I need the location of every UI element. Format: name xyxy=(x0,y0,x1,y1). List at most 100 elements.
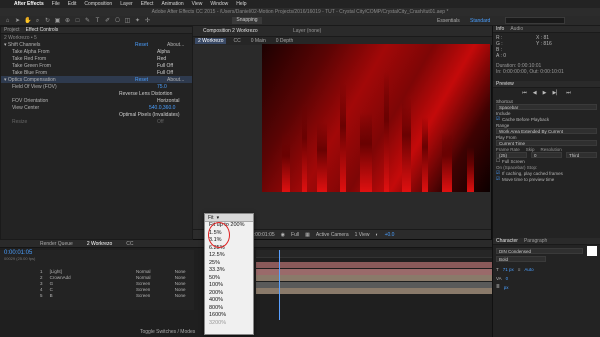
frame-rate-dropdown[interactable]: (25) xyxy=(496,152,527,158)
time-ruler[interactable] xyxy=(256,250,494,258)
layer-bar[interactable] xyxy=(256,281,494,288)
menu-file[interactable]: File xyxy=(52,1,60,7)
effect-param-row[interactable]: Resize Off xyxy=(1,118,192,125)
layer-name[interactable]: CrownAdd xyxy=(50,275,88,280)
menu-effect[interactable]: Effect xyxy=(141,1,154,7)
param-value[interactable]: 75.0 xyxy=(157,84,189,90)
resolution-dropdown[interactable]: Full xyxy=(291,232,299,238)
effect-shift-channels[interactable]: ▾ Shift Channels Reset About... xyxy=(1,41,192,48)
effect-param-row[interactable]: Take Alpha From Alpha xyxy=(1,48,192,55)
home-icon[interactable]: ⌂ xyxy=(4,18,11,24)
effect-param-row[interactable]: Optimal Pixels (Invalidates) xyxy=(1,111,192,118)
zoom-option[interactable]: 100% xyxy=(205,282,253,290)
prev-frame-icon[interactable]: ◀ xyxy=(533,90,537,96)
region-icon[interactable]: ▦ xyxy=(305,232,310,238)
font-family-dropdown[interactable]: DIN Condensed xyxy=(496,248,583,254)
tab-render-queue[interactable]: Render Queue xyxy=(40,241,73,247)
param-value[interactable]: Red xyxy=(157,56,189,62)
param-value[interactable]: Alpha xyxy=(157,49,189,55)
units-value[interactable]: px xyxy=(504,285,509,290)
play-icon[interactable]: ▶ xyxy=(543,90,547,96)
layer-mode[interactable]: Normal xyxy=(136,275,165,280)
checkbox-icon[interactable]: ☐ xyxy=(496,158,500,164)
layer-bar[interactable] xyxy=(256,268,494,275)
snapping-toggle[interactable]: Snapping xyxy=(232,17,262,24)
toggle-switches-modes[interactable]: Toggle Switches / Modes xyxy=(140,329,195,335)
zoom-option[interactable]: 25% xyxy=(205,260,253,268)
menu-app-name[interactable]: After Effects xyxy=(14,1,44,7)
pen-tool-icon[interactable]: ✎ xyxy=(84,18,91,24)
layer-parent[interactable]: None xyxy=(175,275,194,280)
effect-about[interactable]: About... xyxy=(167,42,189,48)
effect-param-row[interactable]: FOV Orientation Horizontal xyxy=(1,97,192,104)
font-style-dropdown[interactable]: Bold xyxy=(496,256,546,262)
menu-help[interactable]: Help xyxy=(236,1,246,7)
tab-preview[interactable]: Preview xyxy=(496,81,514,87)
tab-paragraph[interactable]: Paragraph xyxy=(524,238,547,244)
effect-reset[interactable]: Reset xyxy=(135,42,167,48)
brush-tool-icon[interactable]: ✐ xyxy=(104,18,111,24)
zoom-tool-icon[interactable]: ⌕ xyxy=(34,18,41,24)
param-checkbox[interactable]: Reverse Lens Distortion xyxy=(119,91,189,97)
layer-mode[interactable]: Screen xyxy=(136,287,165,292)
type-tool-icon[interactable]: T xyxy=(94,18,101,24)
camera-snapshot-icon[interactable]: ◉ xyxy=(281,232,285,238)
viewer-timecode[interactable]: 0:00:01:05 xyxy=(251,232,275,238)
checkbox-checked-icon[interactable]: ☑ xyxy=(496,116,500,122)
zoom-option[interactable]: 800% xyxy=(205,305,253,313)
tab-timeline-cc[interactable]: CC xyxy=(126,241,133,247)
param-value[interactable]: Off xyxy=(157,119,189,125)
stamp-tool-icon[interactable]: ⎔ xyxy=(114,18,121,24)
param-checkbox[interactable]: Optimal Pixels (Invalidates) xyxy=(119,112,189,118)
layer-parent[interactable]: None xyxy=(175,287,194,292)
zoom-option[interactable]: 200% xyxy=(205,290,253,298)
effect-reset[interactable]: Reset xyxy=(135,77,167,83)
zoom-option[interactable]: 400% xyxy=(205,297,253,305)
workspace-standard[interactable]: Standard xyxy=(470,18,490,24)
tab-info[interactable]: Info xyxy=(496,26,504,32)
shape-tool-icon[interactable]: □ xyxy=(74,18,81,24)
menu-window[interactable]: Window xyxy=(210,1,228,7)
move-time-row[interactable]: ☑ Move time to preview time xyxy=(493,176,600,182)
menu-composition[interactable]: Composition xyxy=(84,1,112,7)
range-dropdown[interactable]: Work Area Extended By Current xyxy=(496,128,597,134)
zoom-option[interactable]: 3200% xyxy=(205,320,253,328)
effect-param-row[interactable]: Reverse Lens Distortion xyxy=(1,90,192,97)
menu-layer[interactable]: Layer xyxy=(120,1,133,7)
views-dropdown[interactable]: 1 View xyxy=(355,232,370,238)
tab-timeline-workrezo[interactable]: 2 Workrezo xyxy=(87,241,112,247)
active-camera-dropdown[interactable]: Active Camera xyxy=(316,232,349,238)
layer-row[interactable]: 5 B Screen None xyxy=(0,292,194,298)
layer-name[interactable]: B xyxy=(50,293,88,298)
playhead[interactable] xyxy=(279,250,280,320)
pan-behind-icon[interactable]: ⊕ xyxy=(64,18,71,24)
exposure-icon[interactable]: ◐ xyxy=(376,232,379,238)
hand-tool-icon[interactable]: ✋ xyxy=(24,18,31,24)
next-frame-icon[interactable]: ▶▏ xyxy=(553,90,561,96)
menu-view[interactable]: View xyxy=(192,1,203,7)
shortcut-dropdown[interactable]: Spacebar xyxy=(496,104,597,110)
leading-value[interactable]: Auto xyxy=(524,267,533,272)
eraser-tool-icon[interactable]: ◫ xyxy=(124,18,131,24)
layer-bar[interactable] xyxy=(256,275,494,282)
effect-param-row[interactable]: Take Blue From Full Off xyxy=(1,69,192,76)
subtab-workrezo[interactable]: 2 Workrezo xyxy=(195,38,227,44)
exposure-value[interactable]: +0.0 xyxy=(385,232,395,238)
zoom-option[interactable]: 1600% xyxy=(205,312,253,320)
camera-tool-icon[interactable]: ▣ xyxy=(54,18,61,24)
layer-mode[interactable]: Screen xyxy=(136,281,165,286)
checkbox-checked-icon[interactable]: ☑ xyxy=(496,176,500,182)
tracking-value[interactable]: 0 xyxy=(506,276,509,281)
zoom-dropdown-current[interactable]: Fit ▾ xyxy=(205,214,253,222)
layer-name[interactable]: C xyxy=(50,287,88,292)
layer-parent[interactable]: None xyxy=(175,293,194,298)
layer-parent[interactable]: None xyxy=(175,281,194,286)
effect-optics-compensation[interactable]: ▾ Optics Compensation Reset About... xyxy=(1,76,192,83)
menu-edit[interactable]: Edit xyxy=(68,1,77,7)
layer-name[interactable]: [Light] xyxy=(50,269,88,274)
layer-mode[interactable]: Normal xyxy=(136,269,165,274)
subtab-cc[interactable]: CC xyxy=(230,38,243,44)
layer-mode[interactable]: Screen xyxy=(136,293,165,298)
layer-parent[interactable]: None xyxy=(175,269,194,274)
font-size-value[interactable]: 71 px xyxy=(503,267,514,272)
